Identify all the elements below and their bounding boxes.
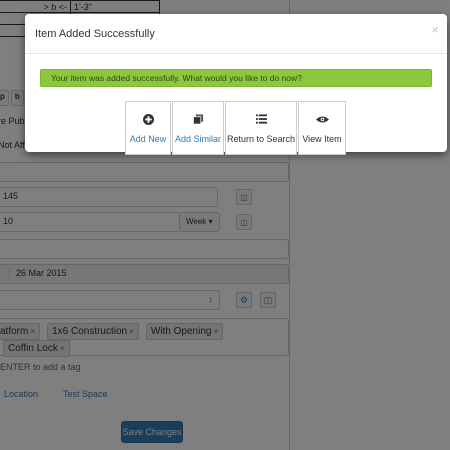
add-similar-button[interactable]: Add Similar [172,101,224,155]
close-icon[interactable]: × [431,22,439,37]
add-new-button[interactable]: Add New [125,101,171,155]
eye-icon [315,112,329,126]
modal-header: Item Added Successfully × [25,14,447,54]
plus-circle-icon [141,112,155,126]
modal-title: Item Added Successfully [35,28,155,40]
duplicate-icon [191,112,205,126]
action-group: Add New Add Similar Return to Search Vie… [125,101,346,155]
item-added-modal: Item Added Successfully × Your item was … [25,14,447,155]
view-item-button[interactable]: View Item [298,101,346,155]
return-to-search-button[interactable]: Return to Search [225,101,297,155]
list-icon [254,112,268,126]
success-alert: Your item was added successfully. What w… [40,69,432,87]
